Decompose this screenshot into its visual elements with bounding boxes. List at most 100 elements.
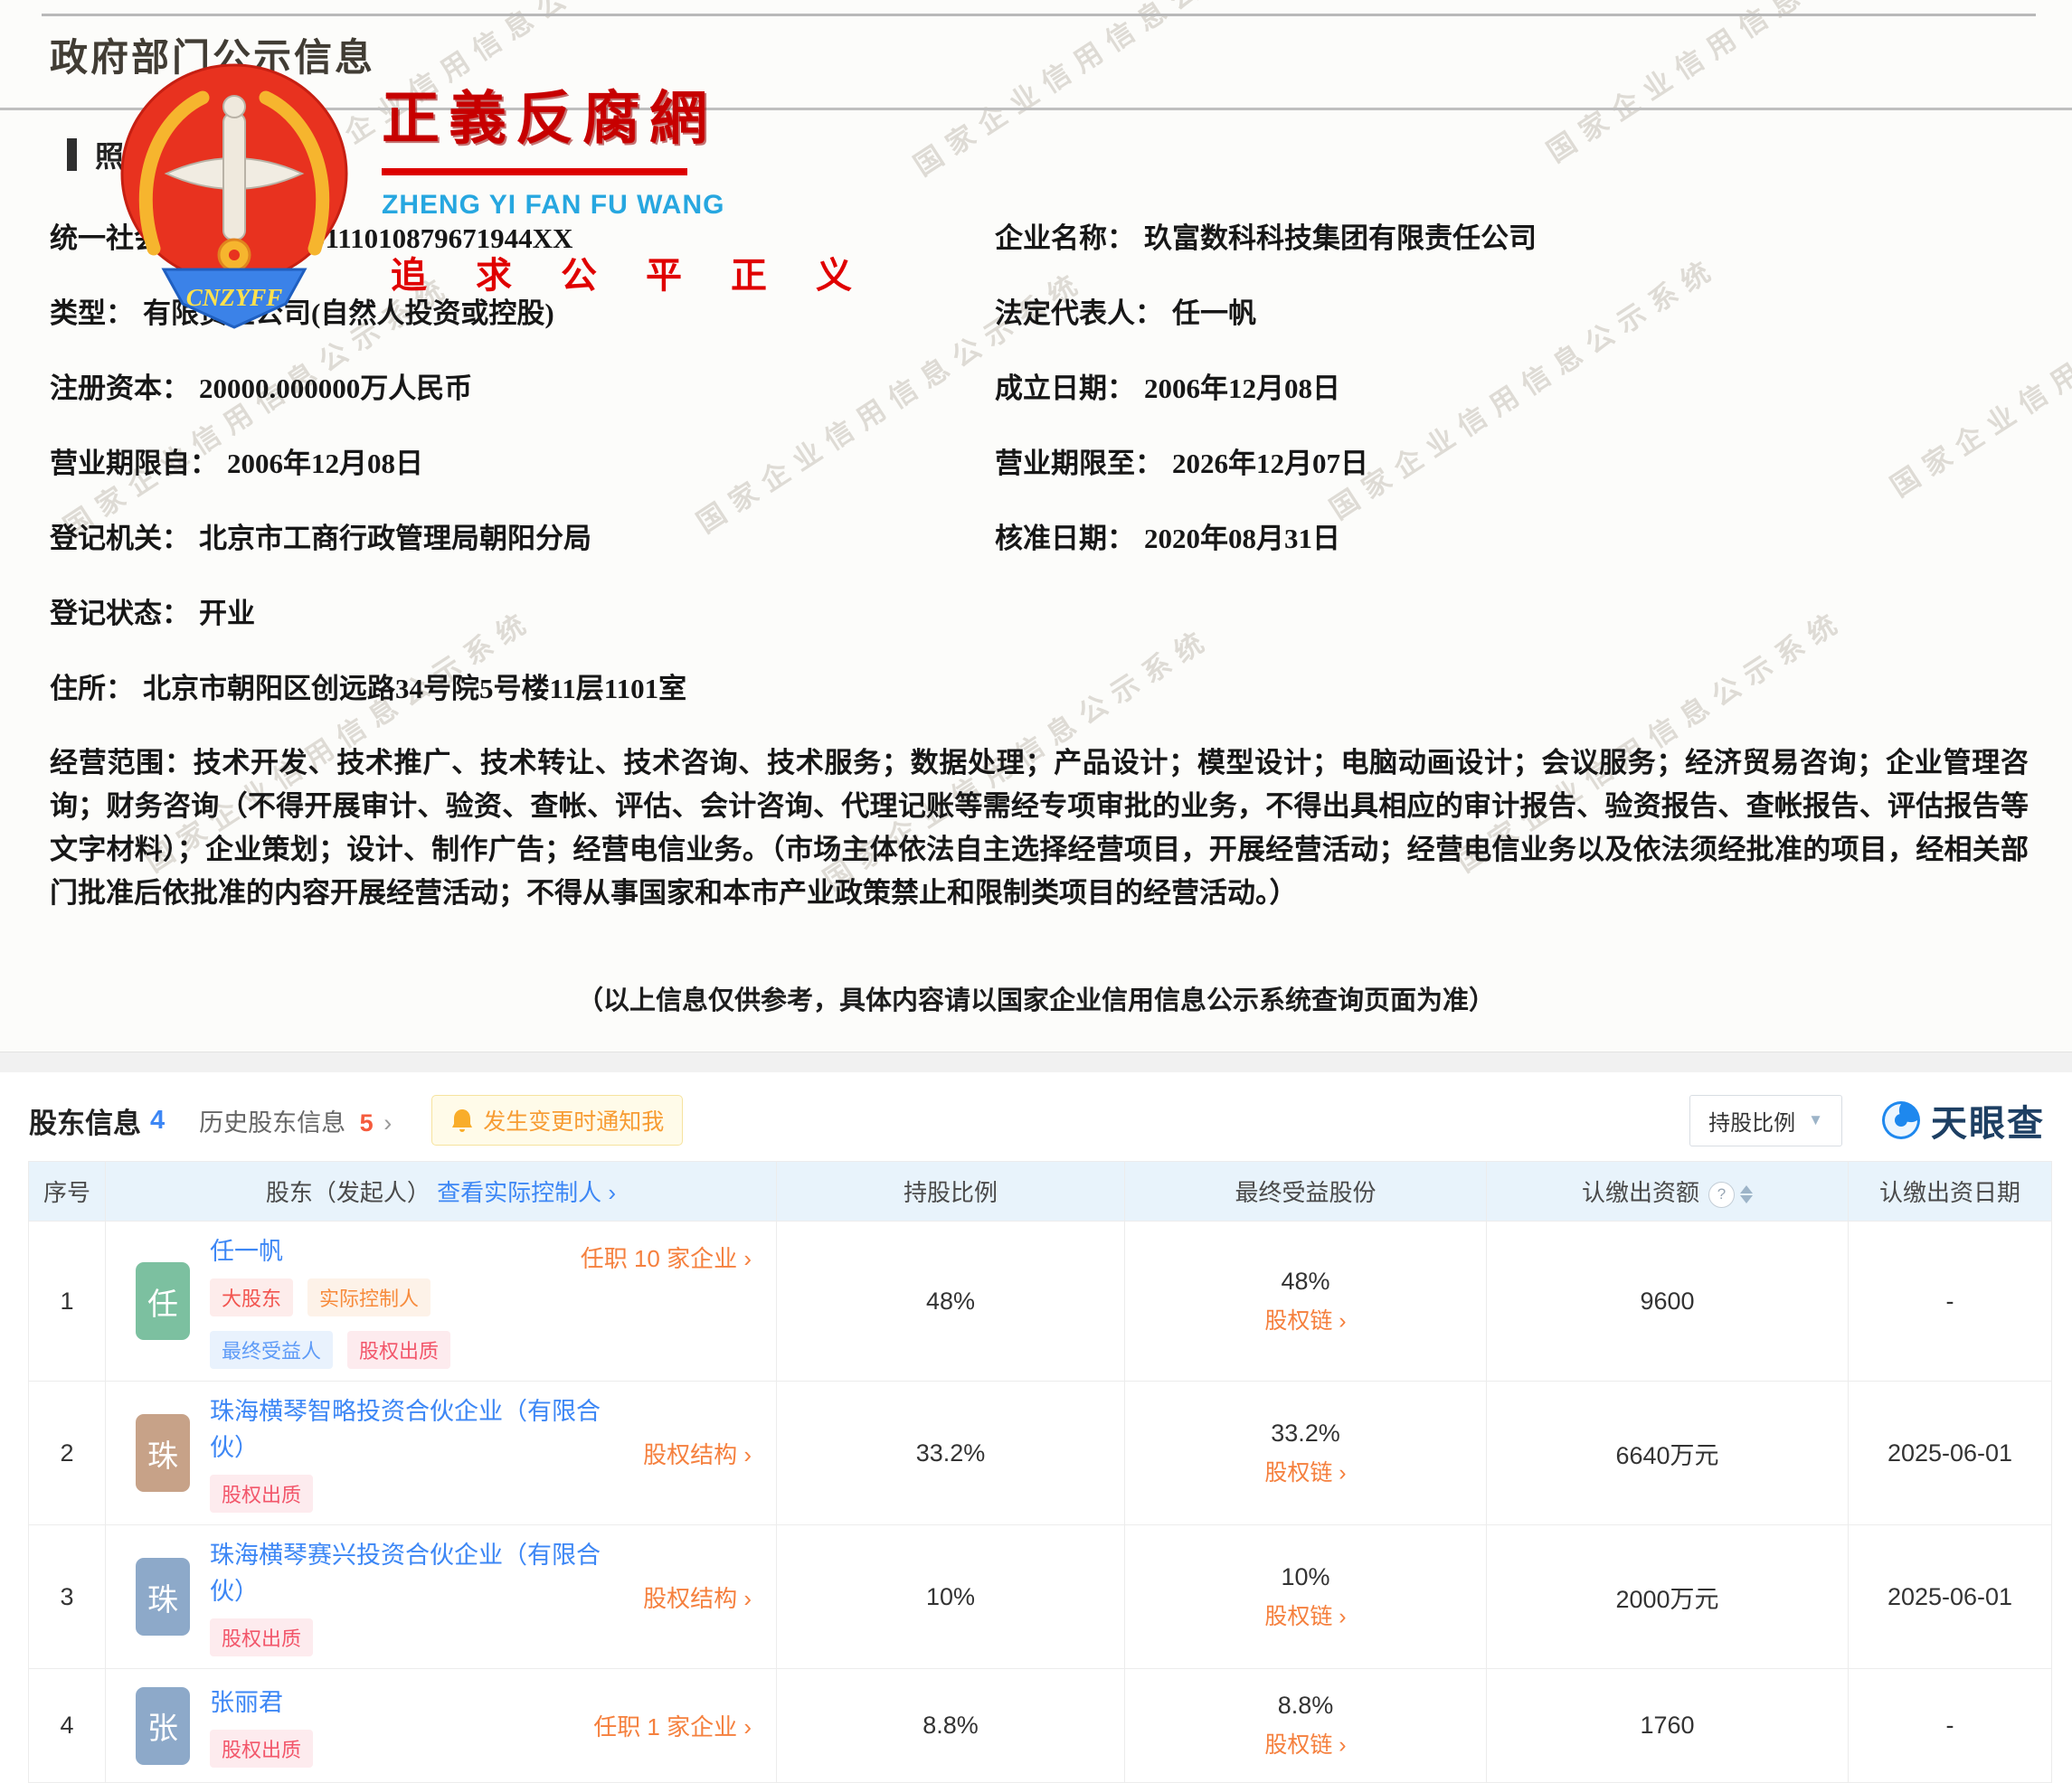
business-scope-label: 经营范围： [50, 747, 194, 778]
gov-field-row: 营业期限自：2006年12月08日营业期限至：2026年12月07日 [0, 445, 2031, 520]
tag-list: 股权出质 [210, 1730, 573, 1768]
ratio-cell: 33.2% [777, 1382, 1125, 1525]
status-badge: 股权出质 [347, 1331, 450, 1369]
disclaimer-note: （以上信息仅供参考，具体内容请以国家企业信用信息公示系统查询页面为准） [0, 979, 2072, 1017]
col-shareholder-label: 股东（发起人） [266, 1179, 430, 1206]
shareholder-title: 股东信息 [29, 1100, 141, 1141]
field-label: 登记机关： [50, 523, 190, 554]
shareholder-section: 股东信息 4 历史股东信息 5 › 发生变更时通知我 持股比例 ▼ [0, 1072, 2072, 1783]
top-divider [42, 14, 2036, 16]
equity-chain-link[interactable]: 股权链 › [1264, 1599, 1346, 1631]
tianyancha-logo-text: 天眼查 [1931, 1094, 2045, 1146]
avatar: 珠 [136, 1558, 190, 1636]
tianyancha-logo[interactable]: 天眼查 [1880, 1094, 2045, 1146]
col-benefit: 最终受益股份 [1125, 1162, 1487, 1222]
tag-list: 股权出质 [210, 1475, 623, 1513]
shareholder-cell: 张张丽君股权出质任职 1 家企业 › [106, 1669, 777, 1783]
brand-slogan: 追 求 公 平 正 义 [391, 246, 872, 298]
field-value: 20000.000000万人民币 [190, 373, 472, 404]
benefit-percent: 8.8% [1126, 1692, 1485, 1720]
status-badge: 最终受益人 [210, 1331, 333, 1369]
notify-on-change-button[interactable]: 发生变更时通知我 [431, 1095, 683, 1146]
table-row: 1任任一帆大股东实际控制人最终受益人股权出质任职 10 家企业 ›48%48%股… [29, 1222, 2052, 1382]
benefit-cell: 8.8% 股权链 › [1125, 1669, 1487, 1783]
shareholder-count-badge: 4 [150, 1106, 165, 1136]
gov-disclosure-section: 国家企业信用信息公示系统国家企业信用信息公示系统国家企业信用信息公示系统国家企业… [0, 0, 2072, 1052]
equity-chain-link[interactable]: 股权链 › [1264, 1727, 1346, 1759]
row-action-link[interactable]: 股权结构 › [643, 1580, 752, 1614]
shareholder-cell: 珠珠海横琴智略投资合伙企业（有限合伙）股权出质股权结构 › [106, 1382, 777, 1525]
gov-field-row: 登记状态：开业 [0, 595, 2031, 670]
date-cell: - [1849, 1669, 2052, 1783]
status-badge: 大股东 [210, 1278, 293, 1316]
field-value: 2006年12月08日 [1135, 373, 1340, 404]
status-badge: 股权出质 [210, 1475, 313, 1513]
watermark-text: 国家企业信用信息公示系统 [904, 0, 1309, 184]
row-index: 3 [29, 1525, 106, 1669]
tianyancha-eye-icon [1880, 1099, 1922, 1141]
amount-cell: 6640万元 [1487, 1382, 1849, 1525]
equity-chain-link[interactable]: 股权链 › [1264, 1455, 1346, 1487]
date-cell: - [1849, 1222, 2052, 1382]
status-badge: 实际控制人 [307, 1278, 430, 1316]
row-action-link[interactable]: 股权结构 › [643, 1437, 752, 1470]
brand-name-cn: 正義反腐網 [382, 72, 724, 156]
field-label: 登记状态： [50, 598, 190, 629]
table-row: 3珠珠海横琴赛兴投资合伙企业（有限合伙）股权出质股权结构 ›10%10%股权链 … [29, 1525, 2052, 1669]
chevron-right-icon: › [737, 1441, 752, 1468]
row-index: 1 [29, 1222, 106, 1382]
sort-by-value: 持股比例 [1708, 1105, 1795, 1137]
benefit-cell: 33.2%股权链 › [1125, 1382, 1487, 1525]
shareholder-name-link[interactable]: 珠海横琴赛兴投资合伙企业（有限合伙） [210, 1537, 601, 1609]
shareholder-cell: 珠珠海横琴赛兴投资合伙企业（有限合伙）股权出质股权结构 › [106, 1525, 777, 1669]
field-label: 核准日期： [995, 523, 1135, 554]
table-header-row: 序号 股东（发起人） 查看实际控制人 › 持股比例 最终受益股份 认缴出资额? … [29, 1162, 2052, 1222]
table-row: 4张张丽君股权出质任职 1 家企业 ›8.8%8.8%股权链 ›1760- [29, 1669, 2052, 1783]
ratio-cell: 10% [777, 1525, 1125, 1669]
help-icon[interactable]: ? [1708, 1182, 1735, 1208]
sort-icon[interactable] [1740, 1184, 1753, 1205]
field-label: 法定代表人： [995, 297, 1163, 329]
amount-cell: 9600 [1487, 1222, 1849, 1382]
amount-cell: 1760 [1487, 1669, 1849, 1783]
col-amount-label: 认缴出资额 [1582, 1179, 1699, 1206]
col-amount: 认缴出资额? [1487, 1162, 1849, 1222]
row-action-link[interactable]: 任职 1 家企业 › [593, 1709, 752, 1742]
view-actual-controller-link[interactable]: 查看实际控制人 › [437, 1179, 616, 1206]
field-value: 2006年12月08日 [218, 448, 423, 479]
history-shareholder-link[interactable]: 历史股东信息 5 › [199, 1103, 392, 1138]
field-value: 任一帆 [1163, 297, 1256, 329]
status-badge: 股权出质 [210, 1730, 313, 1768]
site-brand: 正義反腐網 ZHENG YI FAN FU WANG [382, 72, 724, 221]
col-shareholder: 股东（发起人） 查看实际控制人 › [106, 1162, 777, 1222]
chevron-down-icon: ▼ [1808, 1111, 1823, 1129]
benefit-cell: 10%股权链 › [1125, 1525, 1487, 1669]
gov-field-row: 登记机关：北京市工商行政管理局朝阳分局核准日期：2020年08月31日 [0, 520, 2031, 595]
sort-by-dropdown[interactable]: 持股比例 ▼ [1689, 1095, 1842, 1146]
col-ratio: 持股比例 [777, 1162, 1125, 1222]
row-index: 2 [29, 1382, 106, 1525]
chevron-right-icon: › [608, 1179, 616, 1206]
equity-chain-link[interactable]: 股权链 › [1264, 1303, 1346, 1335]
table-row: 2珠珠海横琴智略投资合伙企业（有限合伙）股权出质股权结构 ›33.2%33.2%… [29, 1382, 2052, 1525]
chevron-right-icon: › [737, 1585, 752, 1612]
shareholder-name-link[interactable]: 张丽君 [210, 1684, 283, 1721]
date-cell: 2025-06-01 [1849, 1525, 2052, 1669]
avatar: 任 [136, 1262, 190, 1340]
business-scope: 经营范围：技术开发、技术推广、技术转让、技术咨询、技术服务；数据处理；产品设计；… [50, 741, 2029, 915]
bell-icon [450, 1108, 474, 1133]
chevron-right-icon: › [383, 1109, 392, 1137]
row-index: 4 [29, 1669, 106, 1783]
field-value: 2026年12月07日 [1163, 448, 1368, 479]
benefit-percent: 48% [1126, 1268, 1485, 1296]
ratio-cell: 8.8% [777, 1669, 1125, 1783]
amount-cell: 2000万元 [1487, 1525, 1849, 1669]
emblem-badge-text: CNZYFF [186, 284, 283, 311]
row-action-link[interactable]: 任职 10 家企业 › [581, 1241, 752, 1274]
field-value: 玖富数科科技集团有限责任公司 [1135, 222, 1537, 254]
shareholder-name-link[interactable]: 任一帆 [210, 1233, 283, 1269]
brand-underline [382, 168, 687, 175]
gov-field-row: 住所：北京市朝阳区创远路34号院5号楼11层1101室 [0, 670, 2031, 745]
shareholder-name-link[interactable]: 珠海横琴智略投资合伙企业（有限合伙） [210, 1393, 601, 1466]
history-shareholder-label: 历史股东信息 [199, 1109, 345, 1137]
